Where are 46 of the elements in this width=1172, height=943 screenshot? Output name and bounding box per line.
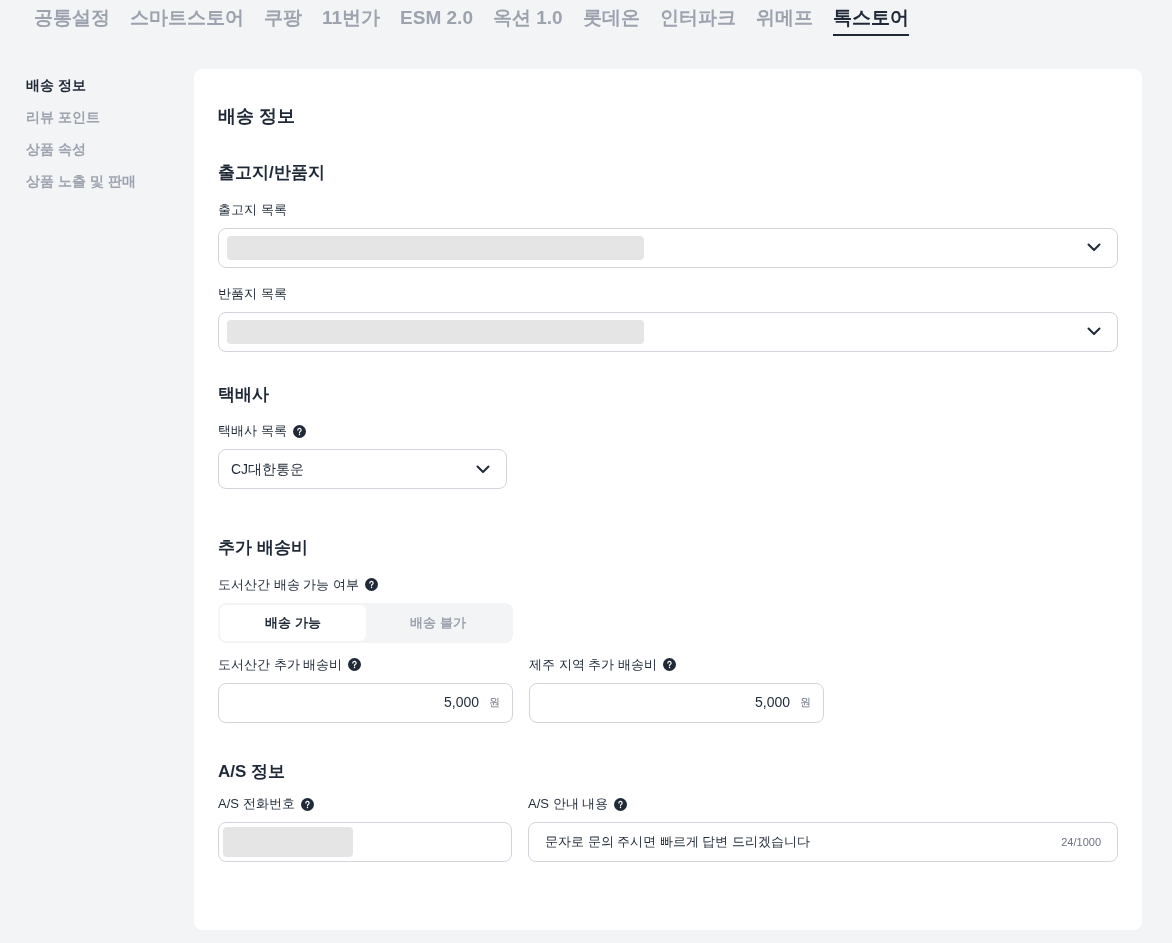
field-label: 택배사 목록 bbox=[218, 422, 287, 441]
platform-tab[interactable]: 공통설정 bbox=[34, 0, 110, 36]
sidebar-item[interactable]: 상품 노출 및 판매 bbox=[26, 171, 194, 192]
platform-tab[interactable]: 스마트스토어 bbox=[130, 0, 244, 36]
section-heading: 출고지/반품지 bbox=[218, 162, 326, 184]
platform-tab[interactable]: 쿠팡 bbox=[264, 0, 302, 36]
field-label: A/S 안내 내용 bbox=[528, 795, 609, 814]
select-field[interactable] bbox=[218, 311, 1118, 352]
phone-field[interactable] bbox=[218, 822, 512, 862]
page-title: 배송 정보 bbox=[218, 105, 296, 128]
sidebar-item[interactable]: 상품 속성 bbox=[26, 139, 194, 160]
section-heading: A/S 정보 bbox=[218, 760, 287, 783]
chevron-down-icon bbox=[476, 464, 490, 474]
amount-field[interactable]: 5,000 원 bbox=[529, 682, 824, 723]
section-heading: 추가 배송비 bbox=[218, 537, 309, 559]
help-icon[interactable] bbox=[614, 797, 628, 811]
help-icon[interactable] bbox=[348, 658, 362, 671]
platform-tab[interactable]: 롯데온 bbox=[582, 0, 640, 36]
guide-text-field[interactable]: 문자로 문의 주시면 빠르게 답변 드리겠습니다 24/1000 bbox=[528, 822, 1118, 862]
platform-tab[interactable]: 11번가 bbox=[322, 0, 381, 36]
platform-tab[interactable]: 톡스토어 bbox=[832, 0, 909, 36]
segment-option[interactable]: 배송 불가 bbox=[365, 604, 511, 641]
sidebar-item[interactable]: 리뷰 포인트 bbox=[26, 107, 194, 128]
field-label: 제주 지역 추가 배송비 bbox=[529, 655, 657, 674]
platform-tab[interactable]: 인터파크 bbox=[659, 0, 736, 36]
select-field[interactable]: CJ대한통운 bbox=[218, 449, 507, 489]
segment-option[interactable]: 배송 가능 bbox=[220, 604, 366, 641]
character-counter: 24/1000 bbox=[1061, 834, 1101, 850]
help-icon[interactable] bbox=[292, 424, 306, 438]
help-icon[interactable] bbox=[300, 797, 314, 811]
platform-tab[interactable]: 옥션 1.0 bbox=[492, 0, 563, 36]
platform-tab[interactable]: ESM 2.0 bbox=[400, 0, 473, 36]
help-icon[interactable] bbox=[364, 578, 378, 591]
sidebar-item[interactable]: 배송 정보 bbox=[26, 75, 194, 96]
select-field[interactable] bbox=[218, 227, 1118, 268]
field-label: 반품지 목록 bbox=[218, 284, 287, 303]
field-label: 출고지 목록 bbox=[218, 200, 287, 219]
section-heading: 택배사 bbox=[218, 383, 270, 406]
chevron-down-icon bbox=[1087, 243, 1101, 252]
help-icon[interactable] bbox=[662, 658, 676, 671]
chevron-down-icon bbox=[1087, 327, 1101, 336]
field-label: 도서산간 배송 가능 여부 bbox=[218, 575, 359, 594]
field-label: A/S 전화번호 bbox=[218, 795, 295, 814]
platform-tab[interactable]: 위메프 bbox=[755, 0, 813, 36]
field-label: 도서산간 추가 배송비 bbox=[218, 655, 343, 674]
amount-field[interactable]: 5,000 원 bbox=[218, 682, 513, 723]
